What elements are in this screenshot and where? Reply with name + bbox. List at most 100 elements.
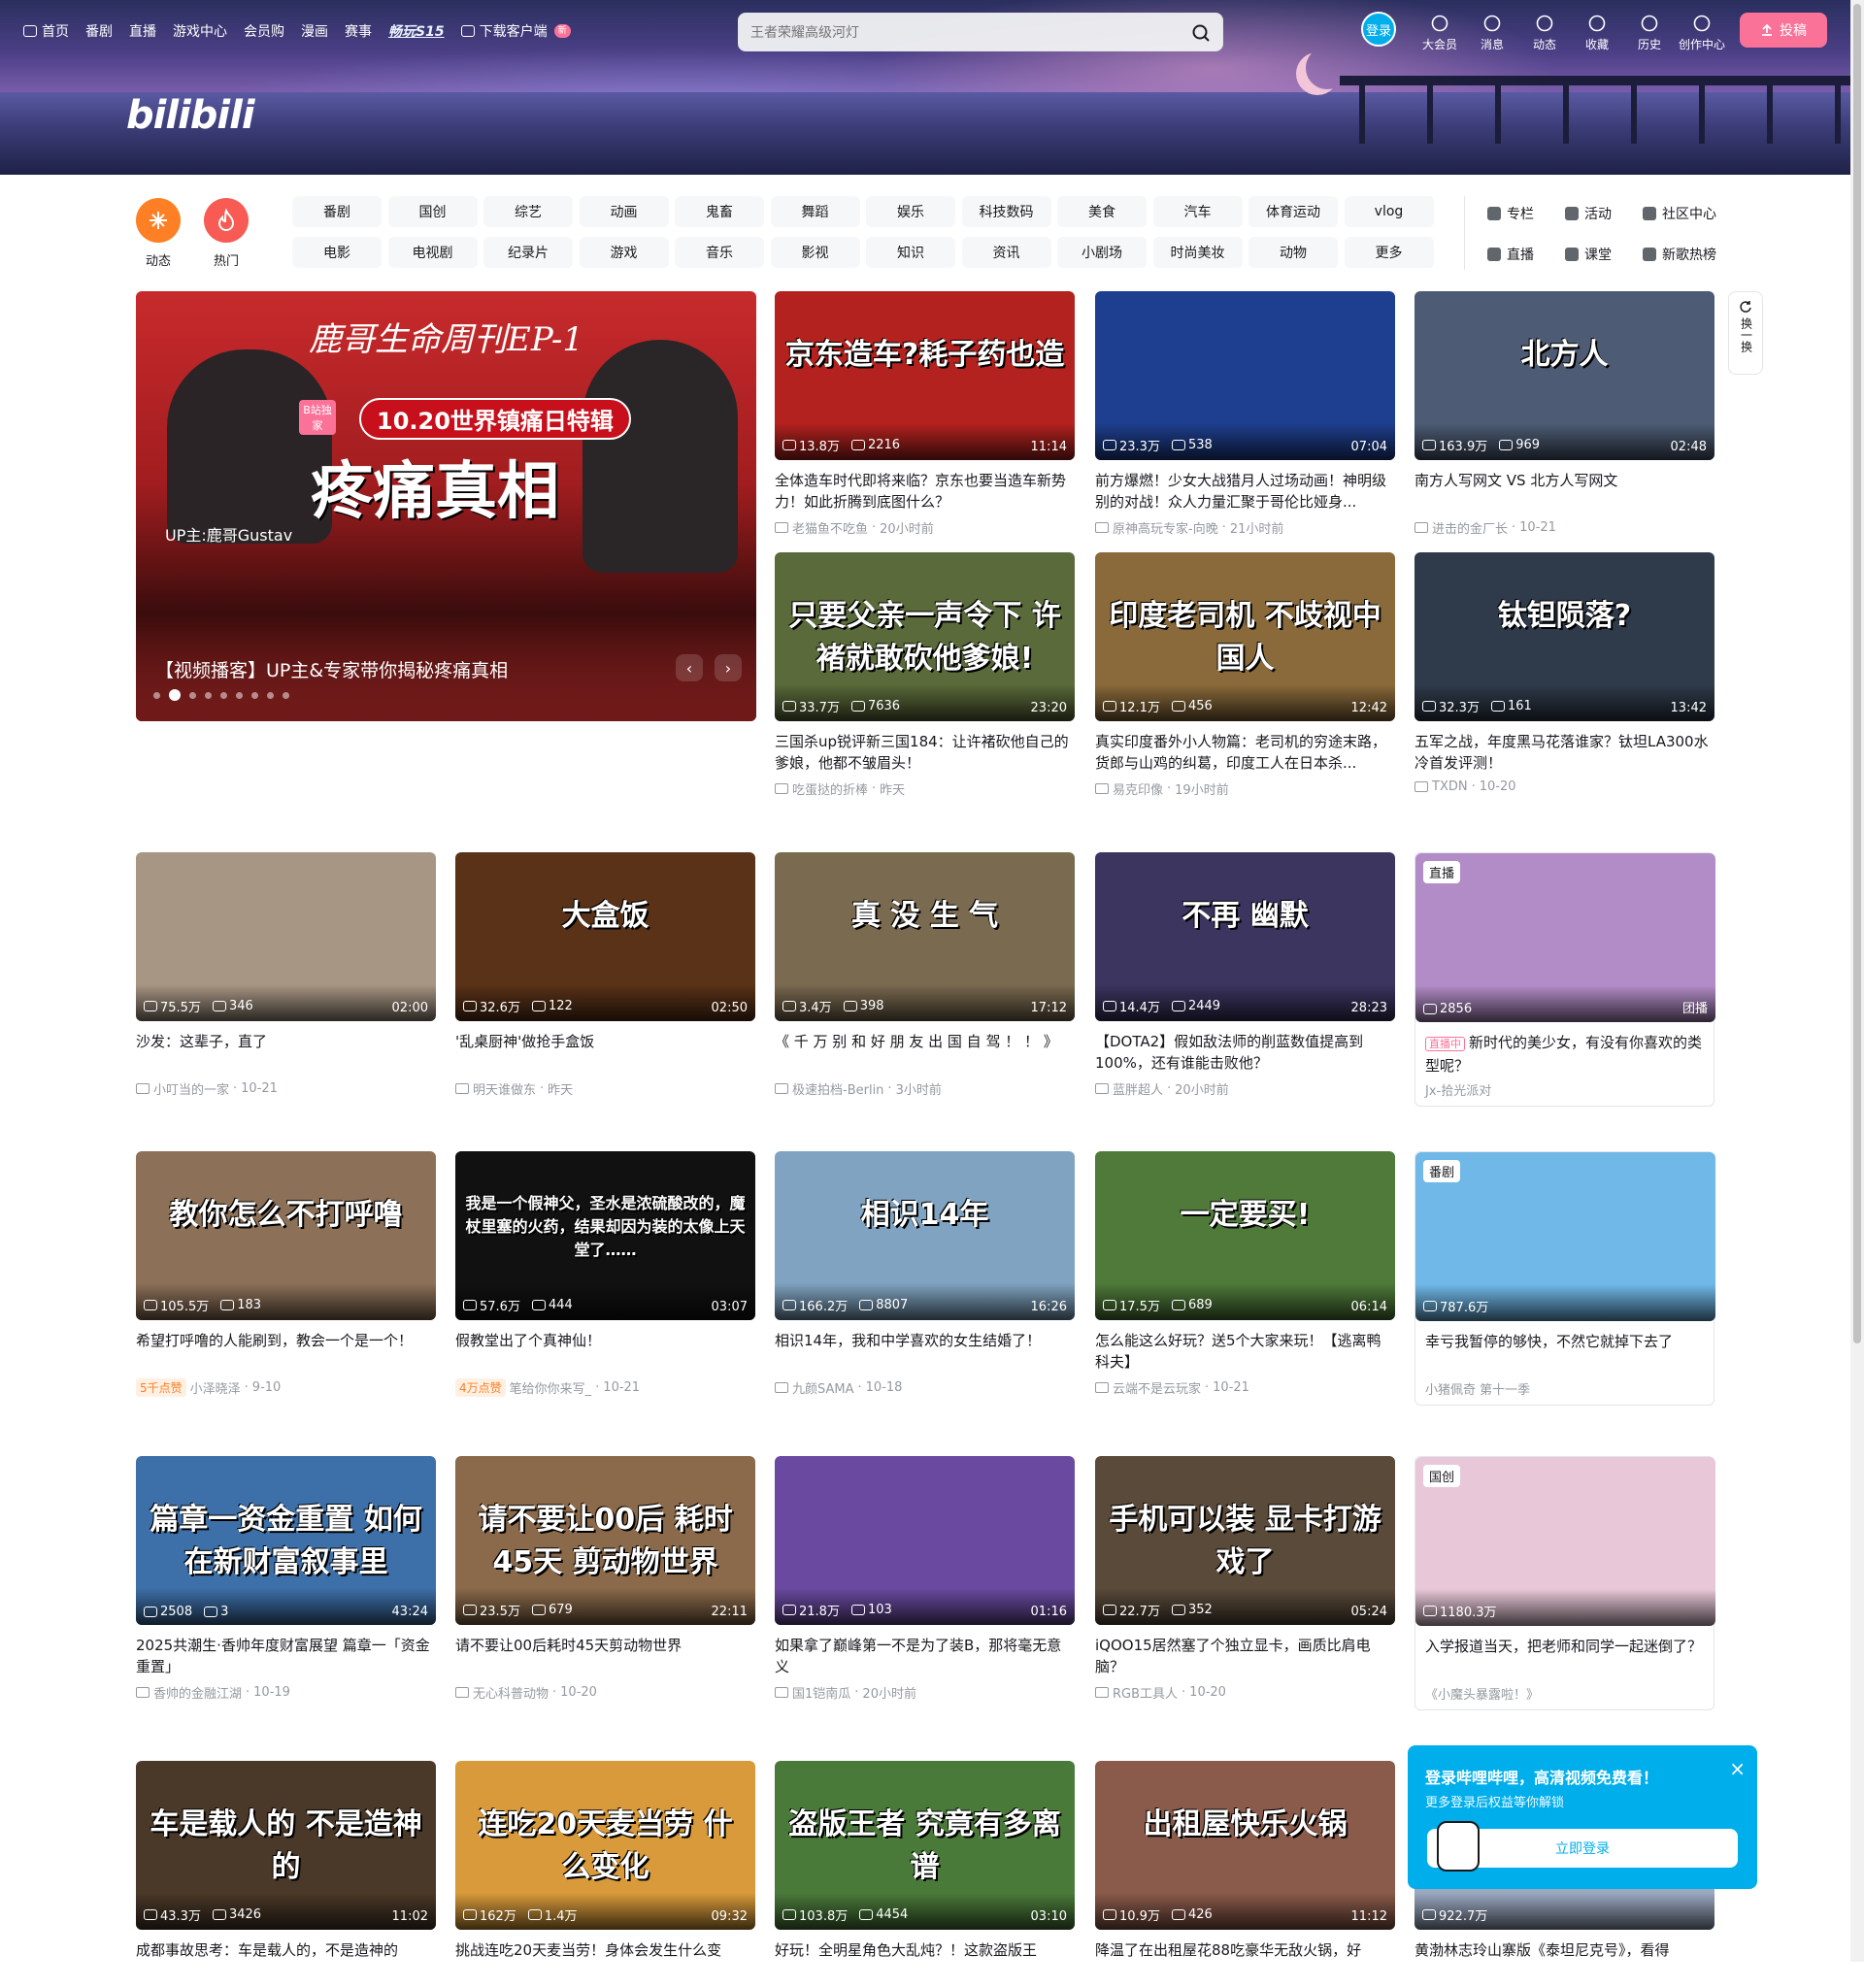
nav-right-5[interactable]: 创作中心 bbox=[1676, 12, 1728, 52]
video-thumbnail[interactable]: 不再 幽默 14.4万 2449 28:23 bbox=[1095, 852, 1395, 1021]
video-thumbnail[interactable]: 大盒饭 32.6万 122 02:50 bbox=[455, 852, 755, 1021]
video-title[interactable]: 怎么能这么好玩？送5个大家来玩！【逃离鸭科夫】 bbox=[1095, 1330, 1395, 1373]
featured-carousel[interactable]: 鹿哥生命周刊EP-1 10.20世界镇痛日特辑 B站独家 疼痛真相 UP主:鹿哥… bbox=[136, 291, 756, 721]
video-card[interactable]: 不再 幽默 14.4万 2449 28:23 【DOTA2】假如敌法师的削蓝数值提高到1… bbox=[1095, 852, 1395, 1098]
channel-link[interactable]: 直播 bbox=[1487, 245, 1534, 264]
channel-tag[interactable]: 音乐 bbox=[675, 237, 764, 268]
upload-button[interactable]: 投稿 bbox=[1740, 13, 1827, 48]
video-title[interactable]: 五军之战，年度黑马花落谁家？钛坦LA300水冷首发评测！ bbox=[1415, 731, 1714, 774]
up-name[interactable]: 极速拍档-Berlin bbox=[792, 1079, 883, 1098]
video-thumbnail[interactable]: 钛钽陨落? 32.3万 161 13:42 bbox=[1415, 552, 1714, 721]
video-title[interactable]: 【DOTA2】假如敌法师的削蓝数值提高到100%，还有谁能击败他？ bbox=[1095, 1031, 1395, 1074]
dynamic-icon[interactable] bbox=[136, 198, 181, 243]
video-thumbnail[interactable]: 相识14年 166.2万 8807 16:26 bbox=[775, 1151, 1075, 1320]
channel-tag[interactable]: 动物 bbox=[1248, 237, 1338, 268]
channel-tag[interactable]: 体育运动 bbox=[1248, 196, 1338, 227]
video-info[interactable]: TXDN · 10-20 bbox=[1415, 779, 1714, 794]
up-name[interactable]: 原神高玩专家-向晚 bbox=[1113, 518, 1218, 537]
video-info[interactable]: 明天谁做东 · 昨天 bbox=[455, 1079, 755, 1098]
video-card[interactable]: 出租屋快乐火锅 10.9万 426 11:12 降温了在出租屋花88吃豪华无敌火锅，好 bbox=[1095, 1761, 1395, 1988]
video-info[interactable]: 4万点赞 笔给你你来写_ · 10-21 bbox=[455, 1378, 755, 1397]
video-info[interactable]: 易克印像 · 19小时前 bbox=[1095, 779, 1395, 798]
search-box[interactable] bbox=[738, 13, 1223, 51]
up-name[interactable]: 国1铠南瓜 bbox=[792, 1683, 850, 1702]
carousel-dot[interactable] bbox=[236, 691, 243, 699]
video-thumbnail[interactable]: 只要父亲一声令下 许褚就敢砍他爹娘! 33.7万 7636 23:20 bbox=[775, 552, 1075, 721]
video-title[interactable]: 全体造车时代即将来临？京东也要当造车新势力！如此折腾到底图什么？ bbox=[775, 470, 1075, 513]
video-card[interactable]: 直播 2856 团播 直播中 新时代的美少女，有没有你喜欢的类型呢？ Jx-拾光派对 bbox=[1415, 852, 1715, 1107]
video-info[interactable]: 进击的金厂长 · 10-21 bbox=[1415, 518, 1714, 537]
video-card[interactable]: 请不要让00后 耗时45天 剪动物世界 23.5万 679 22:11 请不要让00后耗… bbox=[455, 1456, 755, 1702]
up-name[interactable]: 笔给你你来写_ bbox=[510, 1378, 592, 1397]
channel-tag[interactable]: 汽车 bbox=[1152, 196, 1243, 227]
video-title[interactable]: 前方爆燃！少女大战猎月人过场动画！神明级别的对战！众人力量汇聚于哥伦比娅身... bbox=[1095, 470, 1395, 513]
carousel-dot[interactable] bbox=[283, 691, 289, 699]
up-name[interactable]: 小泽晓泽 bbox=[190, 1378, 241, 1397]
channel-tag[interactable]: 番剧 bbox=[292, 196, 382, 227]
video-thumbnail[interactable]: 75.5万 346 02:00 bbox=[136, 852, 436, 1021]
video-card[interactable]: 21.8万 103 01:16 如果拿了巅峰第一不是为了装B，那将毫无意义 国1铠南瓜 ·… bbox=[775, 1456, 1075, 1702]
video-thumbnail[interactable]: 篇章一资金重置 如何在新财富叙事里 2508 3 43:24 bbox=[136, 1456, 436, 1625]
nav-right-0[interactable]: 大会员 bbox=[1414, 12, 1466, 52]
video-title[interactable]: 南方人写网文 VS 北方人写网文 bbox=[1415, 470, 1714, 513]
scrollbar-thumb[interactable] bbox=[1853, 4, 1861, 1343]
carousel-dot[interactable] bbox=[169, 689, 181, 701]
video-title[interactable]: 沙发：这辈子，直了 bbox=[136, 1031, 436, 1074]
video-title[interactable]: 黄渤林志玲山寨版《泰坦尼克号》，看得 bbox=[1415, 1939, 1714, 1982]
nav-item-2[interactable]: 直播 bbox=[129, 21, 156, 41]
up-name[interactable]: TXDN bbox=[1432, 779, 1468, 794]
nav-right-2[interactable]: 动态 bbox=[1518, 12, 1571, 52]
video-card[interactable]: 番剧 787.6万 幸亏我暂停的够快，不然它就掉下去了 小猪佩奇 第十一季 bbox=[1415, 1151, 1715, 1406]
channel-tag[interactable]: 游戏 bbox=[579, 237, 669, 268]
up-name[interactable]: 云端不是云玩家 bbox=[1113, 1378, 1201, 1397]
up-name[interactable]: 小猪佩奇 第十一季 bbox=[1425, 1379, 1530, 1398]
bilibili-logo[interactable]: bilibili bbox=[126, 93, 255, 138]
video-thumbnail[interactable]: 连吃20天麦当劳 什么变化 162万 1.4万 09:32 bbox=[455, 1761, 755, 1930]
channel-tag[interactable]: 电视剧 bbox=[387, 237, 478, 268]
nav-item-1[interactable]: 番剧 bbox=[85, 21, 113, 41]
channel-tag[interactable]: 电影 bbox=[292, 237, 382, 268]
up-name[interactable]: 明天谁做东 bbox=[473, 1079, 536, 1098]
channel-tag[interactable]: 综艺 bbox=[483, 196, 573, 227]
video-title[interactable]: iQOO15居然塞了个独立显卡，画质比肩电脑？ bbox=[1095, 1635, 1395, 1677]
video-info[interactable]: 《小魔头暴露啦！》 bbox=[1415, 1684, 1714, 1703]
up-name[interactable]: RGB工具人 bbox=[1113, 1683, 1178, 1702]
scrollbar[interactable] bbox=[1850, 0, 1864, 1962]
carousel-dot[interactable] bbox=[189, 691, 196, 699]
nav-item-7[interactable]: 畅玩S15 bbox=[388, 21, 445, 41]
video-thumbnail[interactable]: 车是载人的 不是造神的 43.3万 3426 11:02 bbox=[136, 1761, 436, 1930]
video-thumbnail[interactable]: 23.3万 538 07:04 bbox=[1095, 291, 1395, 460]
up-name[interactable]: 易克印像 bbox=[1113, 779, 1163, 798]
channel-tag[interactable]: 纪录片 bbox=[483, 237, 573, 268]
nav-item-3[interactable]: 游戏中心 bbox=[173, 21, 227, 41]
channel-link[interactable]: 专栏 bbox=[1487, 204, 1534, 223]
video-card[interactable]: 只要父亲一声令下 许褚就敢砍他爹娘! 33.7万 7636 23:20 三国杀up锐评新… bbox=[775, 552, 1075, 798]
carousel-caption[interactable]: 【视频播客】UP主&专家带你揭秘疼痛真相 bbox=[155, 656, 508, 682]
channel-tag[interactable]: 更多 bbox=[1344, 237, 1434, 268]
nav-right-4[interactable]: 历史 bbox=[1623, 12, 1676, 52]
up-name[interactable]: 蓝胖超人 bbox=[1113, 1079, 1163, 1098]
channel-link[interactable]: 新歌热榜 bbox=[1643, 245, 1716, 264]
video-title[interactable]: 希望打呼噜的人能刷到，教会一个是一个！ bbox=[136, 1330, 436, 1373]
video-card[interactable]: 国创 1180.3万入学报道当天，把老师和同学一起迷倒了？ 《小魔头暴露啦！》 bbox=[1415, 1456, 1715, 1710]
carousel-dot[interactable] bbox=[267, 691, 274, 699]
carousel-dot[interactable] bbox=[220, 691, 227, 699]
video-card[interactable]: 真 没 生 气 3.4万 398 17:12 《 千 万 别 和 好 朋 友 出 国 自… bbox=[775, 852, 1075, 1098]
video-title[interactable]: 入学报道当天，把老师和同学一起迷倒了？ bbox=[1415, 1636, 1714, 1678]
video-thumbnail[interactable]: 印度老司机 不歧视中国人 12.1万 456 12:42 bbox=[1095, 552, 1395, 721]
video-title[interactable]: '乱桌厨神'做抢手盒饭 bbox=[455, 1031, 755, 1074]
channel-tag[interactable]: 鬼畜 bbox=[675, 196, 764, 227]
carousel-next-button[interactable]: › bbox=[715, 654, 742, 681]
video-title[interactable]: 《 千 万 别 和 好 朋 友 出 国 自 驾 ！ ！ 》 bbox=[775, 1031, 1075, 1074]
channel-link[interactable]: 社区中心 bbox=[1643, 204, 1716, 223]
video-card[interactable]: 手机可以装 显卡打游戏了 22.7万 352 05:24 iQOO15居然塞了个独立显卡… bbox=[1095, 1456, 1395, 1702]
search-input[interactable] bbox=[750, 21, 1158, 45]
video-thumbnail[interactable]: 直播 2856 团播 bbox=[1415, 853, 1715, 1022]
video-title[interactable]: 相识14年，我和中学喜欢的女生结婚了！ bbox=[775, 1330, 1075, 1373]
video-thumbnail[interactable]: 教你怎么不打呼噜 105.5万 183 bbox=[136, 1151, 436, 1320]
video-thumbnail[interactable]: 国创 1180.3万 bbox=[1415, 1457, 1715, 1626]
video-card[interactable]: 教你怎么不打呼噜 105.5万 183 希望打呼噜的人能刷到，教会一个是一个！ 5千点赞… bbox=[136, 1151, 436, 1397]
video-card[interactable]: 连吃20天麦当劳 什么变化 162万 1.4万 09:32 挑战连吃20天麦当劳！身体会… bbox=[455, 1761, 755, 1988]
video-title[interactable]: 三国杀up锐评新三国184：让许褚砍他自己的爹娘，他都不皱眉头！ bbox=[775, 731, 1075, 774]
search-icon[interactable] bbox=[1187, 19, 1215, 47]
